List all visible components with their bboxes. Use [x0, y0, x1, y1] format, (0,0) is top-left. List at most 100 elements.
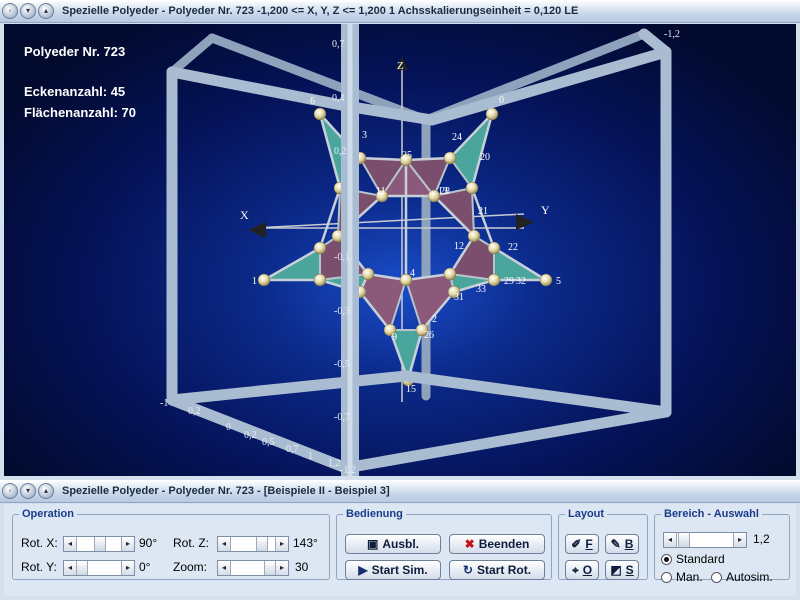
- bottom-tick: 1: [308, 451, 313, 462]
- vertex-label: 3: [362, 130, 367, 141]
- vertex-label: 25: [402, 150, 412, 161]
- z-tick: 0,4: [332, 93, 345, 104]
- bereich-group: Bereich - Auswahl ◂ ▸ 1,2 Standard Man. …: [654, 508, 790, 584]
- vertex-label: 12: [454, 241, 464, 252]
- rot-x-right-arrow[interactable]: ▸: [121, 537, 134, 551]
- zoom-label: Zoom:: [173, 560, 208, 574]
- brush-icon: ✐: [571, 537, 582, 551]
- bereich-left-arrow[interactable]: ◂: [664, 533, 677, 547]
- control-maximize-button[interactable]: ▴: [38, 483, 54, 499]
- layout-s-button[interactable]: ◩ S: [605, 560, 639, 580]
- vertex-label: 21: [478, 206, 488, 217]
- beenden-button[interactable]: ✖ Beenden: [449, 534, 545, 554]
- rot-z-label: Rot. Z:: [173, 536, 210, 550]
- rot-z-right-arrow[interactable]: ▸: [275, 537, 288, 551]
- rot-y-thumb[interactable]: [76, 561, 88, 575]
- maximize-button[interactable]: ▴: [38, 3, 54, 19]
- zoom-slider[interactable]: ◂ ▸: [217, 560, 289, 576]
- bedienung-legend: Bedienung: [346, 508, 403, 520]
- control-window-title: Spezielle Polyeder - Polyeder Nr. 723 - …: [62, 485, 390, 497]
- rot-x-label: Rot. X:: [21, 536, 58, 550]
- vertex-label: 33: [476, 284, 486, 295]
- start-rot-button[interactable]: ↻ Start Rot.: [449, 560, 545, 580]
- start-sim-button[interactable]: ▶ Start Sim.: [345, 560, 441, 580]
- bottom-tick: 0,2: [244, 430, 257, 441]
- layout-o-button[interactable]: ⌖ O: [565, 560, 599, 580]
- vertex-label: 24: [452, 132, 462, 143]
- bereich-value: 1,2: [753, 532, 770, 546]
- vertex-label: 15: [406, 384, 416, 395]
- operation-group: Operation Rot. X: ◂ ▸ 90° Rot. Y: ◂ ▸ 0°…: [12, 508, 330, 580]
- vertex-label: 4: [410, 268, 415, 279]
- vertex-label: 6: [310, 96, 315, 107]
- rot-z-left-arrow[interactable]: ◂: [218, 537, 231, 551]
- rot-y-right-arrow[interactable]: ▸: [121, 561, 134, 575]
- rot-x-thumb[interactable]: [94, 537, 106, 551]
- crosshair-icon: ⌖: [571, 562, 579, 577]
- face-count: Flächenanzahl: 70: [24, 105, 136, 120]
- zoom-value: 30: [295, 560, 309, 574]
- vertex-label: 32: [516, 276, 526, 287]
- vertex-label: 31: [454, 292, 464, 303]
- layout-group: Layout ✐ F ✎ B ⌖ O ◩ S: [558, 508, 648, 580]
- control-minimize-button[interactable]: ▾: [20, 483, 36, 499]
- bereich-slider[interactable]: ◂ ▸: [663, 532, 747, 548]
- bereich-legend: Bereich - Auswahl: [664, 508, 759, 520]
- rot-y-slider[interactable]: ◂ ▸: [63, 560, 135, 576]
- main-window-title: Spezielle Polyeder - Polyeder Nr. 723 -1…: [62, 5, 579, 17]
- vertex-label: 26: [424, 330, 434, 341]
- rot-z-thumb[interactable]: [256, 537, 268, 551]
- vertex-label: 28: [440, 186, 450, 197]
- radio-selected-icon: [661, 553, 672, 565]
- bottom-tick: 0: [226, 422, 231, 433]
- bereich-thumb[interactable]: [678, 533, 690, 547]
- bedienung-group: Bedienung ▣ Ausbl. ✖ Beenden ▶ Start Sim. ↻…: [336, 508, 552, 580]
- rot-x-value: 90°: [139, 536, 158, 550]
- vertex-count: Eckenanzahl: 45: [24, 84, 126, 99]
- zoom-left-arrow[interactable]: ◂: [218, 561, 231, 575]
- eraser-icon: ◩: [610, 563, 622, 577]
- bereich-right-arrow[interactable]: ▸: [733, 533, 746, 547]
- rot-x-slider[interactable]: ◂ ▸: [63, 536, 135, 552]
- window-menu-button[interactable]: ◦: [2, 3, 18, 19]
- z-tick: -0,1: [334, 252, 350, 263]
- z-axis-label: Z: [397, 60, 404, 72]
- vertex-label: 20: [480, 152, 490, 163]
- layout-f-button[interactable]: ✐ F: [565, 534, 599, 554]
- radio-icon: [661, 571, 672, 583]
- ausbl-button[interactable]: ▣ Ausbl.: [345, 534, 441, 554]
- x-axis-arrow: [248, 222, 266, 238]
- vertex-label: 11: [376, 186, 386, 197]
- rot-z-slider[interactable]: ◂ ▸: [217, 536, 289, 552]
- z-tick: -0,5: [334, 359, 350, 370]
- minimize-button[interactable]: ▾: [20, 3, 36, 19]
- autosim-radio[interactable]: Autosim.: [711, 570, 773, 584]
- control-title-bar: ◦ ▾ ▴ Spezielle Polyeder - Polyeder Nr. …: [0, 480, 800, 503]
- radio-icon: [711, 571, 722, 583]
- polyhedron-viewport[interactable]: X Y Z 0 1 2 3 4 5 6 9 11 12 13 15 20 21 …: [4, 24, 796, 476]
- main-title-bar: ◦ ▾ ▴ Spezielle Polyeder - Polyeder Nr. …: [0, 0, 800, 23]
- rotate-icon: ↻: [462, 563, 474, 577]
- man-radio[interactable]: Man.: [661, 570, 703, 584]
- bottom-tick: -1: [160, 398, 168, 409]
- fill-icon: ✎: [610, 537, 621, 551]
- rot-x-left-arrow[interactable]: ◂: [64, 537, 77, 551]
- vertex-label: 5: [556, 276, 561, 287]
- play-icon: ▶: [358, 563, 368, 577]
- hide-icon: ▣: [366, 537, 379, 551]
- z-tick: -1,2: [340, 465, 356, 476]
- vertex-label: 22: [508, 242, 518, 253]
- control-menu-button[interactable]: ◦: [2, 483, 18, 499]
- vertex-label: 0: [499, 95, 504, 106]
- vertex-label: 9: [392, 332, 397, 343]
- zoom-right-arrow[interactable]: ▸: [275, 561, 288, 575]
- layout-b-button[interactable]: ✎ B: [605, 534, 639, 554]
- standard-radio[interactable]: Standard: [661, 552, 725, 566]
- z-tick: 0,7: [332, 39, 345, 50]
- y-axis-label: Y: [541, 203, 550, 217]
- z-tick: -0,7: [334, 412, 350, 423]
- corner-tick-label: -1,2: [664, 29, 680, 40]
- vertex-label: 1: [252, 276, 257, 287]
- rot-y-label: Rot. Y:: [21, 560, 57, 574]
- close-icon: ✖: [464, 537, 475, 551]
